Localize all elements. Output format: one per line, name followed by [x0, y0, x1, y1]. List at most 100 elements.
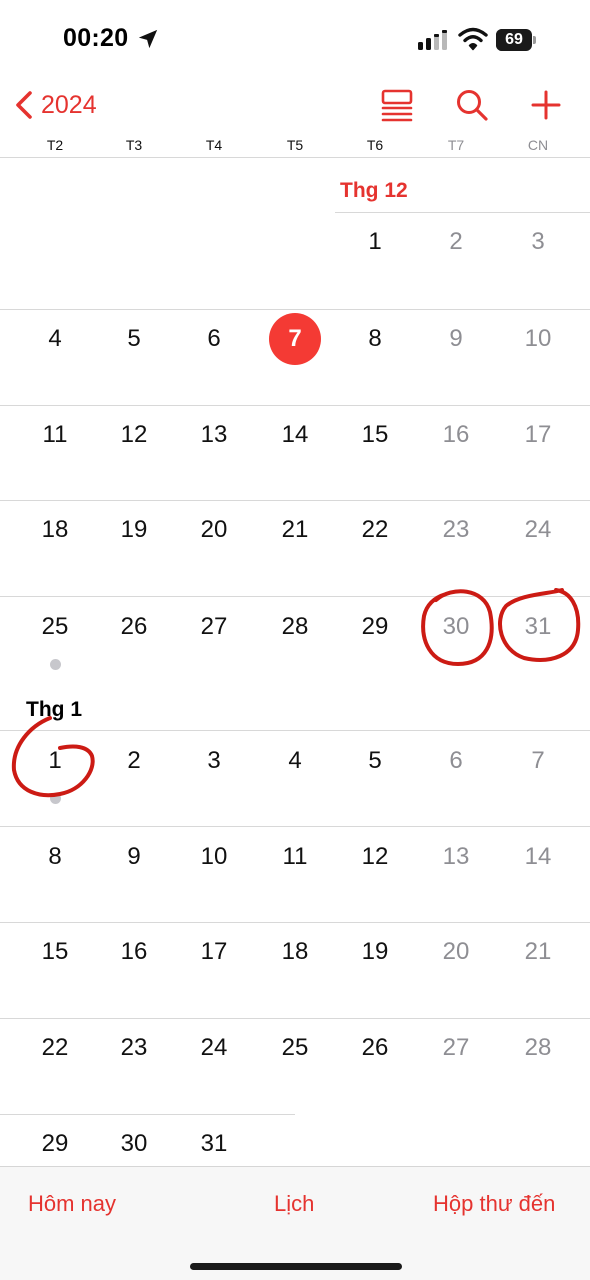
date-cell[interactable]: 13: [430, 831, 482, 883]
weekday-t6: T6: [366, 137, 384, 153]
date-cell[interactable]: 9: [430, 313, 482, 365]
home-indicator: [190, 1263, 402, 1270]
date-cell[interactable]: 10: [188, 831, 240, 883]
date-cell[interactable]: 9: [108, 831, 160, 883]
weekday-t4: T4: [205, 137, 223, 153]
date-cell[interactable]: 19: [349, 926, 401, 978]
date-cell[interactable]: 29: [349, 601, 401, 653]
date-cell[interactable]: 29: [29, 1118, 81, 1170]
date-cell[interactable]: 3: [188, 735, 240, 787]
weekday-t3: T3: [125, 137, 143, 153]
date-cell[interactable]: 31: [188, 1118, 240, 1170]
date-cell[interactable]: 20: [430, 926, 482, 978]
date-cell[interactable]: 4: [29, 313, 81, 365]
tab-today[interactable]: Hôm nay: [28, 1191, 116, 1217]
weekday-t5: T5: [286, 137, 304, 153]
date-cell[interactable]: 14: [512, 831, 564, 883]
week-separator: [0, 405, 590, 406]
date-cell[interactable]: 27: [188, 601, 240, 653]
date-cell[interactable]: 17: [188, 926, 240, 978]
date-cell[interactable]: 18: [269, 926, 321, 978]
date-cell[interactable]: 4: [269, 735, 321, 787]
status-time: 00:20: [63, 24, 129, 52]
date-cell[interactable]: 15: [29, 926, 81, 978]
date-cell[interactable]: 6: [430, 735, 482, 787]
date-cell[interactable]: 13: [188, 409, 240, 461]
date-cell[interactable]: 8: [349, 313, 401, 365]
bottom-tab-bar: Hôm nay Lịch Hộp thư đến: [0, 1166, 590, 1280]
week-separator: [0, 922, 590, 923]
month-label: Thg 12: [340, 179, 408, 202]
date-cell[interactable]: 5: [108, 313, 160, 365]
week-separator: [0, 730, 590, 731]
date-cell[interactable]: 5: [349, 735, 401, 787]
date-cell[interactable]: 25: [29, 601, 81, 653]
date-cell[interactable]: 20: [188, 504, 240, 556]
date-cell[interactable]: 24: [512, 504, 564, 556]
date-cell[interactable]: 6: [188, 313, 240, 365]
date-cell[interactable]: 27: [430, 1022, 482, 1074]
date-cell[interactable]: 22: [29, 1022, 81, 1074]
date-cell[interactable]: 24: [188, 1022, 240, 1074]
weekday-t2: T2: [46, 137, 64, 153]
date-cell[interactable]: 26: [108, 601, 160, 653]
date-cell[interactable]: 25: [269, 1022, 321, 1074]
chevron-left-icon: [16, 91, 32, 119]
status-bar: 00:20 69: [0, 0, 590, 80]
date-cell[interactable]: 26: [349, 1022, 401, 1074]
month-label: Thg 1: [26, 698, 82, 721]
today-date-cell[interactable]: 7: [269, 313, 321, 365]
tab-inbox[interactable]: Hộp thư đến: [433, 1191, 555, 1217]
date-cell[interactable]: 8: [29, 831, 81, 883]
date-cell[interactable]: 28: [512, 1022, 564, 1074]
date-cell[interactable]: 21: [269, 504, 321, 556]
week-separator: [0, 500, 590, 501]
cellular-signal-icon: [418, 30, 447, 50]
date-cell[interactable]: 19: [108, 504, 160, 556]
navigation-bar: 2024: [0, 80, 590, 130]
week-separator: [0, 596, 590, 597]
date-cell[interactable]: 11: [269, 831, 321, 883]
date-cell[interactable]: 10: [512, 313, 564, 365]
date-cell[interactable]: 21: [512, 926, 564, 978]
date-cell[interactable]: 17: [512, 409, 564, 461]
date-cell[interactable]: 2: [108, 735, 160, 787]
list-view-icon[interactable]: [380, 88, 414, 122]
battery-percentage: 69: [505, 31, 523, 48]
date-cell[interactable]: 31: [512, 601, 564, 653]
date-cell[interactable]: 16: [430, 409, 482, 461]
date-cell[interactable]: 28: [269, 601, 321, 653]
week-separator: [0, 826, 590, 827]
week-separator: [0, 1018, 590, 1019]
search-icon[interactable]: [455, 88, 489, 122]
date-cell[interactable]: 14: [269, 409, 321, 461]
date-cell[interactable]: 1: [29, 735, 81, 787]
month-header-separator: [335, 212, 590, 213]
date-cell[interactable]: 23: [108, 1022, 160, 1074]
back-to-year-button[interactable]: 2024: [14, 88, 97, 122]
wifi-icon: [458, 27, 488, 51]
date-cell[interactable]: 15: [349, 409, 401, 461]
date-cell[interactable]: 30: [430, 601, 482, 653]
location-arrow-icon: [138, 29, 158, 49]
event-dot: [50, 793, 61, 804]
battery-indicator: 69: [496, 29, 536, 51]
battery-cap: [533, 36, 536, 44]
weekday-cn: CN: [527, 137, 549, 153]
week-separator: [0, 309, 590, 310]
date-cell[interactable]: 23: [430, 504, 482, 556]
date-cell[interactable]: 3: [512, 216, 564, 268]
date-cell[interactable]: 16: [108, 926, 160, 978]
date-cell[interactable]: 12: [349, 831, 401, 883]
add-event-icon[interactable]: [529, 88, 563, 122]
back-year-label: 2024: [41, 90, 97, 119]
date-cell[interactable]: 2: [430, 216, 482, 268]
date-cell[interactable]: 12: [108, 409, 160, 461]
date-cell[interactable]: 7: [512, 735, 564, 787]
date-cell[interactable]: 30: [108, 1118, 160, 1170]
date-cell[interactable]: 18: [29, 504, 81, 556]
date-cell[interactable]: 11: [29, 409, 81, 461]
date-cell[interactable]: 22: [349, 504, 401, 556]
tab-calendars[interactable]: Lịch: [274, 1191, 314, 1217]
date-cell[interactable]: 1: [349, 216, 401, 268]
